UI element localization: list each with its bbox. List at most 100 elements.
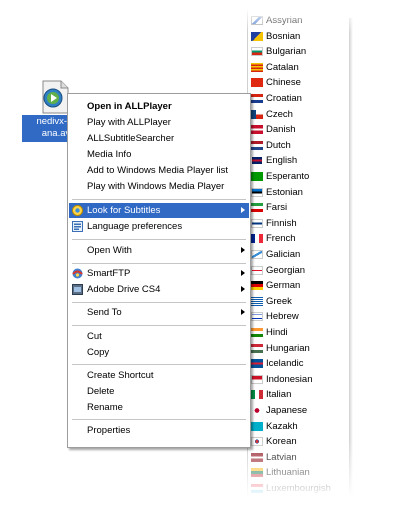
language-label: Farsi <box>266 202 288 214</box>
menu-rename[interactable]: Rename <box>69 400 249 415</box>
catalonia-flag-icon <box>251 62 263 72</box>
language-label: Chinese <box>266 77 301 89</box>
menu-add-to-wmp-list[interactable]: Add to Windows Media Player list <box>69 163 249 178</box>
language-label: Danish <box>266 124 296 136</box>
menu-open-with[interactable]: Open With <box>69 243 249 258</box>
media-file-icon[interactable] <box>40 80 70 114</box>
menu-label: Play with Windows Media Player <box>87 181 225 192</box>
language-item-french[interactable]: French <box>248 231 348 247</box>
language-prefs-icon <box>72 221 83 232</box>
language-label: Hungarian <box>266 342 310 354</box>
submenu-fade-bottom <box>247 440 357 512</box>
language-item-catalan[interactable]: Catalan <box>248 60 348 76</box>
language-label: Icelandic <box>266 358 304 370</box>
language-item-japanese[interactable]: Japanese <box>248 403 348 419</box>
china-flag-icon <box>251 78 263 88</box>
language-label: Dutch <box>266 139 291 151</box>
language-item-hindi[interactable]: Hindi <box>248 325 348 341</box>
language-item-galician[interactable]: Galician <box>248 247 348 263</box>
language-item-english[interactable]: English <box>248 153 348 169</box>
netherlands-flag-icon <box>251 140 263 150</box>
esperanto-flag-icon <box>251 172 263 181</box>
menu-label: Rename <box>87 402 123 413</box>
indonesia-flag-icon <box>251 374 263 384</box>
menu-language-preferences[interactable]: Language preferences <box>69 219 249 234</box>
language-item-esperanto[interactable]: Esperanto <box>248 169 348 185</box>
menu-separator <box>72 302 246 303</box>
language-label: Indonesian <box>266 373 313 385</box>
menu-copy[interactable]: Copy <box>69 345 249 360</box>
menu-label: SmartFTP <box>87 268 131 279</box>
language-label: Croatian <box>266 93 302 104</box>
language-item-greek[interactable]: Greek <box>248 294 348 310</box>
language-label: Estonian <box>266 186 303 198</box>
language-item-dutch[interactable]: Dutch <box>248 138 348 154</box>
language-label: Kazakh <box>266 420 298 432</box>
menu-media-info[interactable]: Media Info <box>69 147 249 162</box>
menu-properties[interactable]: Properties <box>69 423 249 438</box>
menu-label: Media Info <box>87 149 132 160</box>
israel-flag-icon <box>251 312 263 322</box>
language-item-indonesian[interactable]: Indonesian <box>248 372 348 388</box>
menu-label: Language preferences <box>87 221 183 232</box>
language-item-croatian[interactable]: Croatian <box>248 91 348 107</box>
finland-flag-icon <box>251 218 263 228</box>
menu-label: ALLSubtitleSearcher <box>87 133 175 144</box>
croatia-flag-icon <box>251 94 263 103</box>
language-item-bulgarian[interactable]: Bulgarian <box>248 44 348 60</box>
menu-open-in-allplayer[interactable]: Open in ALLPlayer <box>69 99 249 114</box>
menu-cut[interactable]: Cut <box>69 329 249 344</box>
menu-label: Send To <box>87 307 122 318</box>
menu-label: Delete <box>87 386 115 397</box>
menu-send-to[interactable]: Send To <box>69 305 249 320</box>
france-flag-icon <box>251 234 263 244</box>
submenu-arrow-icon <box>241 247 245 253</box>
language-item-chinese[interactable]: Chinese <box>248 75 348 91</box>
submenu-shadow <box>349 18 353 512</box>
language-item-hungarian[interactable]: Hungarian <box>248 341 348 357</box>
czech-flag-icon <box>251 109 263 119</box>
adobe-drive-icon <box>72 284 83 295</box>
kazakhstan-flag-icon <box>251 421 263 431</box>
language-item-icelandic[interactable]: Icelandic <box>248 356 348 372</box>
menu-separator <box>72 419 246 420</box>
context-menu: Open in ALLPlayer Play with ALLPlayer AL… <box>67 93 251 448</box>
menu-play-with-allplayer[interactable]: Play with ALLPlayer <box>69 115 249 130</box>
menu-create-shortcut[interactable]: Create Shortcut <box>69 368 249 383</box>
menu-label: Adobe Drive CS4 <box>87 284 161 295</box>
language-item-german[interactable]: German <box>248 278 348 294</box>
menu-play-with-wmp[interactable]: Play with Windows Media Player <box>69 179 249 194</box>
menu-allsubtitlesearcher[interactable]: ALLSubtitleSearcher <box>69 131 249 146</box>
language-label: Hebrew <box>266 311 299 323</box>
language-item-hebrew[interactable]: Hebrew <box>248 309 348 325</box>
language-item-estonian[interactable]: Estonian <box>248 185 348 201</box>
galicia-flag-icon <box>251 250 263 259</box>
greece-flag-icon <box>251 296 263 306</box>
language-label: Hindi <box>266 327 288 338</box>
language-label: Italian <box>266 389 292 401</box>
language-item-kazakh[interactable]: Kazakh <box>248 419 348 435</box>
bosnia-flag-icon <box>251 31 263 41</box>
language-item-danish[interactable]: Danish <box>248 122 348 138</box>
menu-separator <box>72 263 246 264</box>
language-item-czech[interactable]: Czech <box>248 107 348 123</box>
menu-delete[interactable]: Delete <box>69 384 249 399</box>
menu-look-for-subtitles[interactable]: Look for Subtitles <box>69 203 249 218</box>
language-item-georgian[interactable]: Georgian <box>248 263 348 279</box>
menu-label: Create Shortcut <box>87 370 154 381</box>
subtitle-search-icon <box>72 205 83 216</box>
menu-label: Cut <box>87 331 102 342</box>
menu-separator <box>72 199 246 200</box>
germany-flag-icon <box>251 281 263 291</box>
menu-smartftp[interactable]: SmartFTP <box>69 266 249 281</box>
menu-label: Add to Windows Media Player list <box>87 165 228 176</box>
menu-adobe-drive-cs4[interactable]: Adobe Drive CS4 <box>69 282 249 297</box>
language-item-italian[interactable]: Italian <box>248 387 348 403</box>
japan-flag-icon <box>251 406 263 415</box>
language-item-finnish[interactable]: Finnish <box>248 216 348 232</box>
georgia-flag-icon <box>251 265 263 275</box>
menu-label: Open With <box>87 245 132 256</box>
language-item-farsi[interactable]: Farsi <box>248 200 348 216</box>
menu-label: Properties <box>87 425 131 436</box>
submenu-fade-top <box>247 8 357 32</box>
